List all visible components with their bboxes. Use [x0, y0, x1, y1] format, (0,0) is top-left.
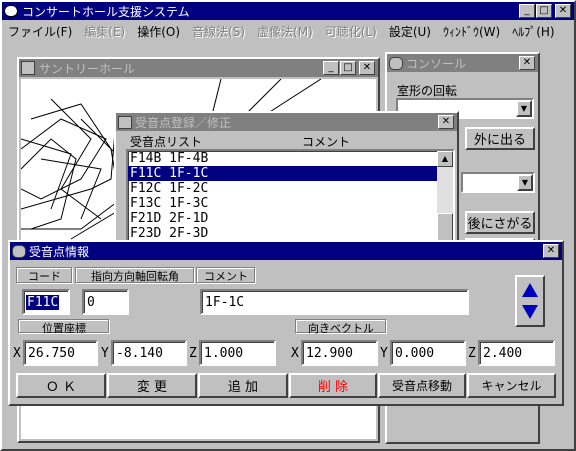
dir-y-label: Y — [380, 346, 388, 361]
rotation-label: 指向方向軸回転角 — [75, 267, 195, 284]
go-outside-button[interactable]: 外に出る — [465, 127, 535, 150]
pos-y-label: Y — [101, 346, 109, 361]
hall-window-title: サントリーホール — [39, 61, 136, 76]
main-title-bar[interactable]: コンサートホール支援システム _ □ ✕ — [2, 2, 574, 20]
spin-down-icon[interactable] — [519, 301, 541, 323]
info-dialog-icon — [12, 244, 26, 258]
list-item[interactable]: F12C 1F-2C — [128, 181, 453, 196]
comment-field[interactable]: 1F-1C — [200, 289, 469, 315]
menu-ray-method[interactable]: 音線法(S) — [186, 22, 251, 41]
cancel-button[interactable]: キャンセル — [467, 373, 556, 398]
list-header: 受音点リスト — [130, 135, 203, 149]
add-button[interactable]: 追 加 — [198, 373, 288, 398]
chevron-down-icon[interactable]: ▼ — [517, 174, 533, 191]
menu-file[interactable]: ファイル(F) — [2, 22, 78, 41]
menu-help[interactable]: ﾍﾙﾌﾟ(H) — [506, 22, 560, 41]
hall-close-button[interactable]: ✕ — [359, 61, 375, 75]
comment-label: コメント — [196, 267, 256, 284]
receiver-list[interactable]: F14B 1F-4B F11C 1F-1C F12C 1F-2C F13C 1F… — [126, 149, 455, 249]
hall-title-bar[interactable]: サントリーホール _ □ ✕ — [19, 59, 378, 77]
list-item[interactable]: F13C 1F-3C — [128, 196, 453, 211]
scroll-up-icon[interactable]: ▲ — [437, 151, 453, 167]
back-button[interactable]: 後にさがる — [465, 211, 535, 234]
list-scrollbar[interactable]: ▲ — [437, 151, 453, 247]
dir-z-label: Z — [468, 346, 476, 361]
info-title-bar[interactable]: 受音点情報 ✕ — [10, 242, 562, 260]
hall-minimize-button[interactable]: _ — [323, 61, 339, 75]
menu-settings[interactable]: 設定(U) — [383, 22, 437, 41]
code-value: F11C — [26, 294, 60, 310]
hall-window-icon — [21, 61, 35, 75]
menu-auralization[interactable]: 可聴化(L) — [319, 22, 383, 41]
app-icon[interactable] — [4, 5, 18, 17]
menu-window[interactable]: ｳｨﾝﾄﾞｳ(W) — [437, 22, 506, 41]
list-item[interactable]: F21D 2F-1D — [128, 211, 453, 226]
dir-y-field[interactable]: 0.000 — [390, 340, 466, 366]
minimize-button[interactable]: _ — [519, 4, 535, 18]
list-item[interactable]: F14B 1F-4B — [128, 151, 453, 166]
spin-up-icon[interactable] — [519, 279, 541, 301]
pos-x-field[interactable]: 26.750 — [23, 340, 98, 366]
pos-x-label: X — [13, 346, 21, 361]
scroll-thumb[interactable] — [437, 213, 453, 243]
dir-x-label: X — [291, 346, 299, 361]
register-title-bar[interactable]: 受音点登録／修正 ✕ — [116, 113, 457, 131]
menu-operation[interactable]: 操作(O) — [131, 22, 186, 41]
register-window-icon — [118, 115, 132, 129]
ok-button[interactable]: Ｏ Ｋ — [16, 373, 106, 398]
dir-z-field[interactable]: 2.400 — [478, 340, 555, 366]
pos-z-field[interactable]: 1.000 — [199, 340, 276, 366]
position-label: 位置座標 — [18, 319, 110, 335]
list-item[interactable]: F23D 2F-3D — [128, 226, 453, 241]
register-window: 受音点登録／修正 ✕ 受音点リスト コメント F14B 1F-4B F11C 1… — [114, 111, 459, 251]
hall-maximize-button[interactable]: □ — [340, 61, 356, 75]
move-receiver-button[interactable]: 受音点移動 — [378, 373, 466, 398]
register-window-title: 受音点登録／修正 — [135, 115, 232, 130]
rotation-field[interactable]: 0 — [82, 289, 129, 315]
register-close-button[interactable]: ✕ — [438, 115, 454, 129]
info-close-button[interactable]: ✕ — [543, 244, 559, 258]
menu-edit[interactable]: 編集(E) — [78, 22, 131, 41]
delete-button[interactable]: 削 除 — [289, 373, 377, 398]
change-button[interactable]: 変 更 — [107, 373, 197, 398]
info-dialog-title: 受音点情報 — [29, 244, 90, 259]
room-rotation-label: 室形の回転 — [397, 84, 458, 98]
console-select-2[interactable]: ▼ — [461, 172, 535, 193]
code-label: コード — [16, 267, 73, 284]
spin-control[interactable] — [515, 275, 545, 327]
chevron-down-icon[interactable]: ▼ — [516, 100, 532, 117]
close-button[interactable]: ✕ — [555, 4, 571, 18]
console-close-button[interactable]: ✕ — [519, 56, 535, 70]
direction-label: 向きベクトル — [295, 319, 387, 335]
maximize-button[interactable]: □ — [536, 4, 552, 18]
console-window-icon — [389, 56, 403, 70]
menu-bar: ファイル(F) 編集(E) 操作(O) 音線法(S) 虚像法(M) 可聴化(L)… — [2, 22, 574, 41]
comment-header: コメント — [302, 135, 351, 149]
dir-x-field[interactable]: 12.900 — [301, 340, 378, 366]
code-field[interactable]: F11C — [22, 289, 70, 315]
app-title: コンサートホール支援システム — [22, 4, 190, 19]
list-item[interactable]: F11C 1F-1C — [128, 166, 453, 181]
pos-y-field[interactable]: -8.140 — [111, 340, 187, 366]
console-window-title: コンソール — [406, 56, 467, 71]
console-title-bar[interactable]: コンソール ✕ — [387, 54, 538, 72]
info-dialog: 受音点情報 ✕ コード 指向方向軸回転角 コメント F11C 0 1F-1C 位… — [8, 240, 564, 406]
pos-z-label: Z — [189, 346, 197, 361]
menu-image-method[interactable]: 虚像法(M) — [251, 22, 319, 41]
